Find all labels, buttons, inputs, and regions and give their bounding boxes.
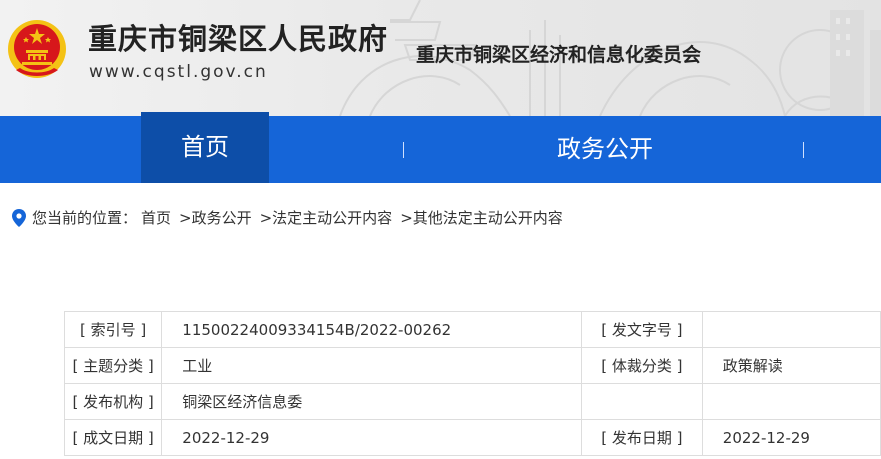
index-number-value: 11500224009334154B/2022-00262 (161, 311, 582, 348)
site-header: 重庆市铜梁区人民政府 www.cqstl.gov.cn 重庆市铜梁区经济和信息化… (0, 0, 881, 116)
publish-date-label: [ 发布日期 ] (580, 419, 703, 456)
publishing-agency-value: 铜梁区经济信息委 (161, 383, 582, 420)
nav-item-government-affairs[interactable]: 政务公开 (430, 116, 780, 183)
breadcrumb-item-home[interactable]: 首页 (141, 207, 171, 229)
site-title: 重庆市铜梁区人民政府 (88, 22, 389, 56)
location-pin-icon (12, 209, 26, 227)
national-emblem-icon (8, 20, 66, 78)
document-number-label: [ 发文字号 ] (580, 311, 703, 348)
document-info-table: [ 索引号 ] 11500224009334154B/2022-00262 [ … (63, 311, 881, 456)
table-row: [ 主题分类 ] 工业 [ 体裁分类 ] 政策解读 (63, 347, 881, 384)
breadcrumb-label: 您当前的位置： (32, 209, 138, 227)
nav-item-home[interactable]: 首页 (141, 112, 269, 183)
breadcrumb-item-statutory-disclosure[interactable]: >法定主动公开内容 (260, 207, 393, 229)
breadcrumb-item-government-affairs[interactable]: >政务公开 (179, 207, 252, 229)
topic-category-value: 工业 (161, 347, 582, 384)
breadcrumb: 您当前的位置： 首页 >政务公开 >法定主动公开内容 >其他法定主动公开内容 (12, 207, 571, 229)
breadcrumb-item-other-disclosure[interactable]: >其他法定主动公开内容 (400, 207, 563, 229)
main-nav: 首页 政务公开 (0, 112, 881, 183)
written-date-label: [ 成文日期 ] (63, 419, 163, 456)
table-row: [ 发布机构 ] 铜梁区经济信息委 (63, 383, 881, 420)
nav-separator (403, 142, 404, 158)
nav-separator (803, 142, 804, 158)
empty-value (701, 383, 881, 420)
table-row: [ 索引号 ] 11500224009334154B/2022-00262 [ … (63, 311, 881, 348)
publish-date-value: 2022-12-29 (701, 419, 881, 456)
table-row: [ 成文日期 ] 2022-12-29 [ 发布日期 ] 2022-12-29 (63, 419, 881, 456)
written-date-value: 2022-12-29 (161, 419, 582, 456)
empty-label (580, 383, 703, 420)
document-number-value (701, 311, 881, 348)
genre-category-value: 政策解读 (701, 347, 881, 384)
topic-category-label: [ 主题分类 ] (63, 347, 163, 384)
genre-category-label: [ 体裁分类 ] (580, 347, 703, 384)
index-number-label: [ 索引号 ] (63, 311, 163, 348)
department-title: 重庆市铜梁区经济和信息化委员会 (416, 44, 702, 66)
publishing-agency-label: [ 发布机构 ] (63, 383, 163, 420)
site-url[interactable]: www.cqstl.gov.cn (89, 62, 268, 82)
